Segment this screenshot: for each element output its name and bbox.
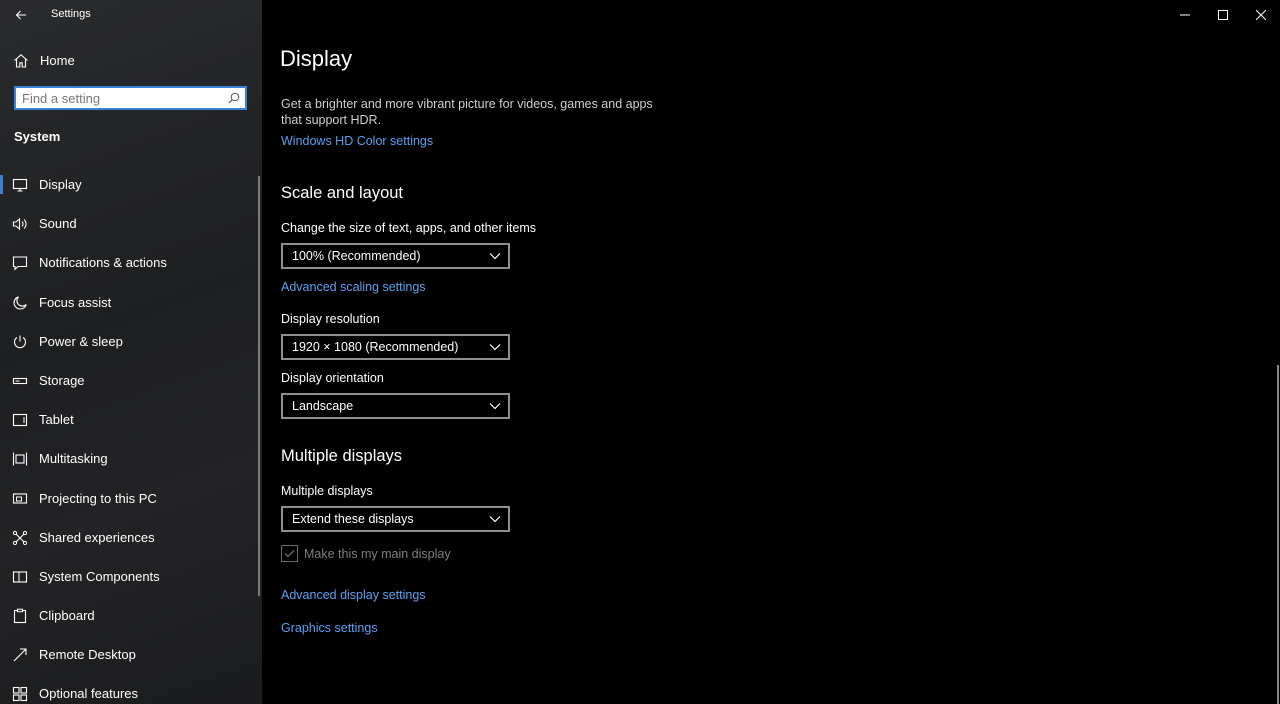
advanced-scaling-link[interactable]: Advanced scaling settings bbox=[281, 280, 426, 294]
title-bar: Settings bbox=[0, 0, 262, 30]
main-scrollbar[interactable] bbox=[1277, 365, 1279, 704]
system-components-icon bbox=[12, 571, 28, 583]
sidebar-item-focus-assist[interactable]: Focus assist bbox=[0, 283, 262, 322]
main-display-checkbox-label: Make this my main display bbox=[304, 547, 451, 561]
checkmark-icon bbox=[284, 550, 295, 558]
notification-icon bbox=[12, 256, 28, 271]
main-content: Display Get a brighter and more vibrant … bbox=[262, 0, 1280, 704]
sidebar-item-home[interactable]: Home bbox=[0, 46, 262, 76]
power-icon bbox=[13, 335, 27, 348]
sidebar-scrollbar[interactable] bbox=[258, 176, 260, 596]
sidebar-item-label: Clipboard bbox=[39, 608, 95, 624]
main-display-checkbox[interactable] bbox=[281, 545, 298, 562]
sidebar-item-optional-features[interactable]: Optional features bbox=[0, 674, 262, 704]
sidebar-item-label: System Components bbox=[39, 568, 160, 584]
sidebar-item-remote-desktop[interactable]: Remote Desktop bbox=[0, 635, 262, 674]
sidebar-item-label: Multitasking bbox=[39, 451, 108, 467]
back-button[interactable] bbox=[8, 3, 34, 27]
shared-experiences-icon bbox=[12, 530, 28, 545]
active-indicator bbox=[0, 175, 3, 194]
multiple-displays-dropdown[interactable]: Extend these displays bbox=[281, 506, 510, 532]
orientation-value: Landscape bbox=[292, 399, 354, 413]
close-icon bbox=[1256, 10, 1266, 20]
sidebar-item-label: Power & sleep bbox=[39, 333, 123, 349]
search-icon[interactable] bbox=[228, 92, 240, 104]
scale-value: 100% (Recommended) bbox=[292, 249, 421, 263]
chevron-down-icon bbox=[489, 253, 501, 260]
sidebar-item-label: Sound bbox=[39, 216, 77, 232]
sidebar-item-label: Display bbox=[39, 177, 82, 192]
search-input[interactable] bbox=[22, 90, 222, 106]
sidebar-nav: Display Sound Notifications & actions Fo… bbox=[0, 165, 262, 704]
chevron-down-icon bbox=[489, 344, 501, 351]
scale-label: Change the size of text, apps, and other… bbox=[281, 221, 537, 235]
sidebar: Settings Home System Display bbox=[0, 0, 262, 704]
scale-layout-heading: Scale and layout bbox=[281, 184, 404, 202]
orientation-label: Display orientation bbox=[281, 371, 384, 385]
sidebar-item-notifications[interactable]: Notifications & actions bbox=[0, 243, 262, 282]
window-controls bbox=[1166, 0, 1280, 30]
sidebar-item-label: Optional features bbox=[39, 686, 139, 702]
section-heading: System bbox=[14, 129, 61, 144]
app-title: Settings bbox=[51, 8, 91, 20]
sidebar-item-storage[interactable]: Storage bbox=[0, 361, 262, 400]
sidebar-item-label: Home bbox=[40, 53, 75, 68]
minimize-button[interactable] bbox=[1166, 0, 1204, 30]
sidebar-item-label: Focus assist bbox=[39, 294, 112, 310]
chevron-down-icon bbox=[489, 403, 501, 410]
resolution-value: 1920 × 1080 (Recommended) bbox=[292, 340, 459, 354]
multitasking-icon bbox=[12, 452, 28, 466]
storage-icon bbox=[12, 377, 28, 384]
sidebar-item-label: Projecting to this PC bbox=[39, 490, 157, 506]
hdr-description: Get a brighter and more vibrant picture … bbox=[281, 97, 653, 127]
resolution-label: Display resolution bbox=[281, 312, 380, 326]
sidebar-item-label: Shared experiences bbox=[39, 529, 155, 545]
close-button[interactable] bbox=[1242, 0, 1280, 30]
projecting-icon bbox=[12, 492, 28, 504]
sidebar-item-label: Storage bbox=[39, 372, 85, 388]
sidebar-item-display[interactable]: Display bbox=[0, 165, 262, 204]
sidebar-item-multitasking[interactable]: Multitasking bbox=[0, 439, 262, 478]
advanced-display-link[interactable]: Advanced display settings bbox=[281, 588, 426, 602]
speaker-icon bbox=[12, 217, 27, 231]
moon-icon bbox=[13, 295, 27, 310]
sidebar-item-tablet[interactable]: Tablet bbox=[0, 400, 262, 439]
sidebar-item-clipboard[interactable]: Clipboard bbox=[0, 596, 262, 635]
sidebar-item-system-components[interactable]: System Components bbox=[0, 557, 262, 596]
sidebar-item-sound[interactable]: Sound bbox=[0, 204, 262, 243]
minimize-icon bbox=[1180, 14, 1190, 16]
multiple-displays-heading: Multiple displays bbox=[281, 447, 403, 465]
search-box bbox=[14, 86, 247, 110]
chevron-down-icon bbox=[489, 516, 501, 523]
maximize-button[interactable] bbox=[1204, 0, 1242, 30]
graphics-settings-link[interactable]: Graphics settings bbox=[281, 621, 378, 635]
optional-features-icon bbox=[12, 687, 28, 702]
clipboard-icon bbox=[13, 608, 27, 624]
multiple-displays-value: Extend these displays bbox=[292, 512, 414, 526]
home-icon bbox=[14, 54, 28, 68]
tablet-icon bbox=[12, 414, 28, 427]
sidebar-item-projecting[interactable]: Projecting to this PC bbox=[0, 479, 262, 518]
sidebar-item-shared-experiences[interactable]: Shared experiences bbox=[0, 518, 262, 557]
maximize-icon bbox=[1218, 10, 1228, 20]
resolution-dropdown[interactable]: 1920 × 1080 (Recommended) bbox=[281, 334, 510, 360]
sidebar-item-label: Notifications & actions bbox=[39, 255, 167, 271]
sidebar-item-label: Remote Desktop bbox=[39, 647, 136, 663]
sidebar-item-power-sleep[interactable]: Power & sleep bbox=[0, 322, 262, 361]
remote-desktop-icon bbox=[13, 648, 27, 662]
windows-hd-color-link[interactable]: Windows HD Color settings bbox=[281, 134, 433, 148]
sidebar-item-label: Tablet bbox=[39, 412, 74, 428]
monitor-icon bbox=[12, 178, 28, 192]
orientation-dropdown[interactable]: Landscape bbox=[281, 393, 510, 419]
multiple-displays-label: Multiple displays bbox=[281, 484, 373, 498]
scale-dropdown[interactable]: 100% (Recommended) bbox=[281, 243, 510, 269]
page-title: Display bbox=[280, 46, 353, 71]
back-arrow-icon bbox=[15, 10, 26, 20]
